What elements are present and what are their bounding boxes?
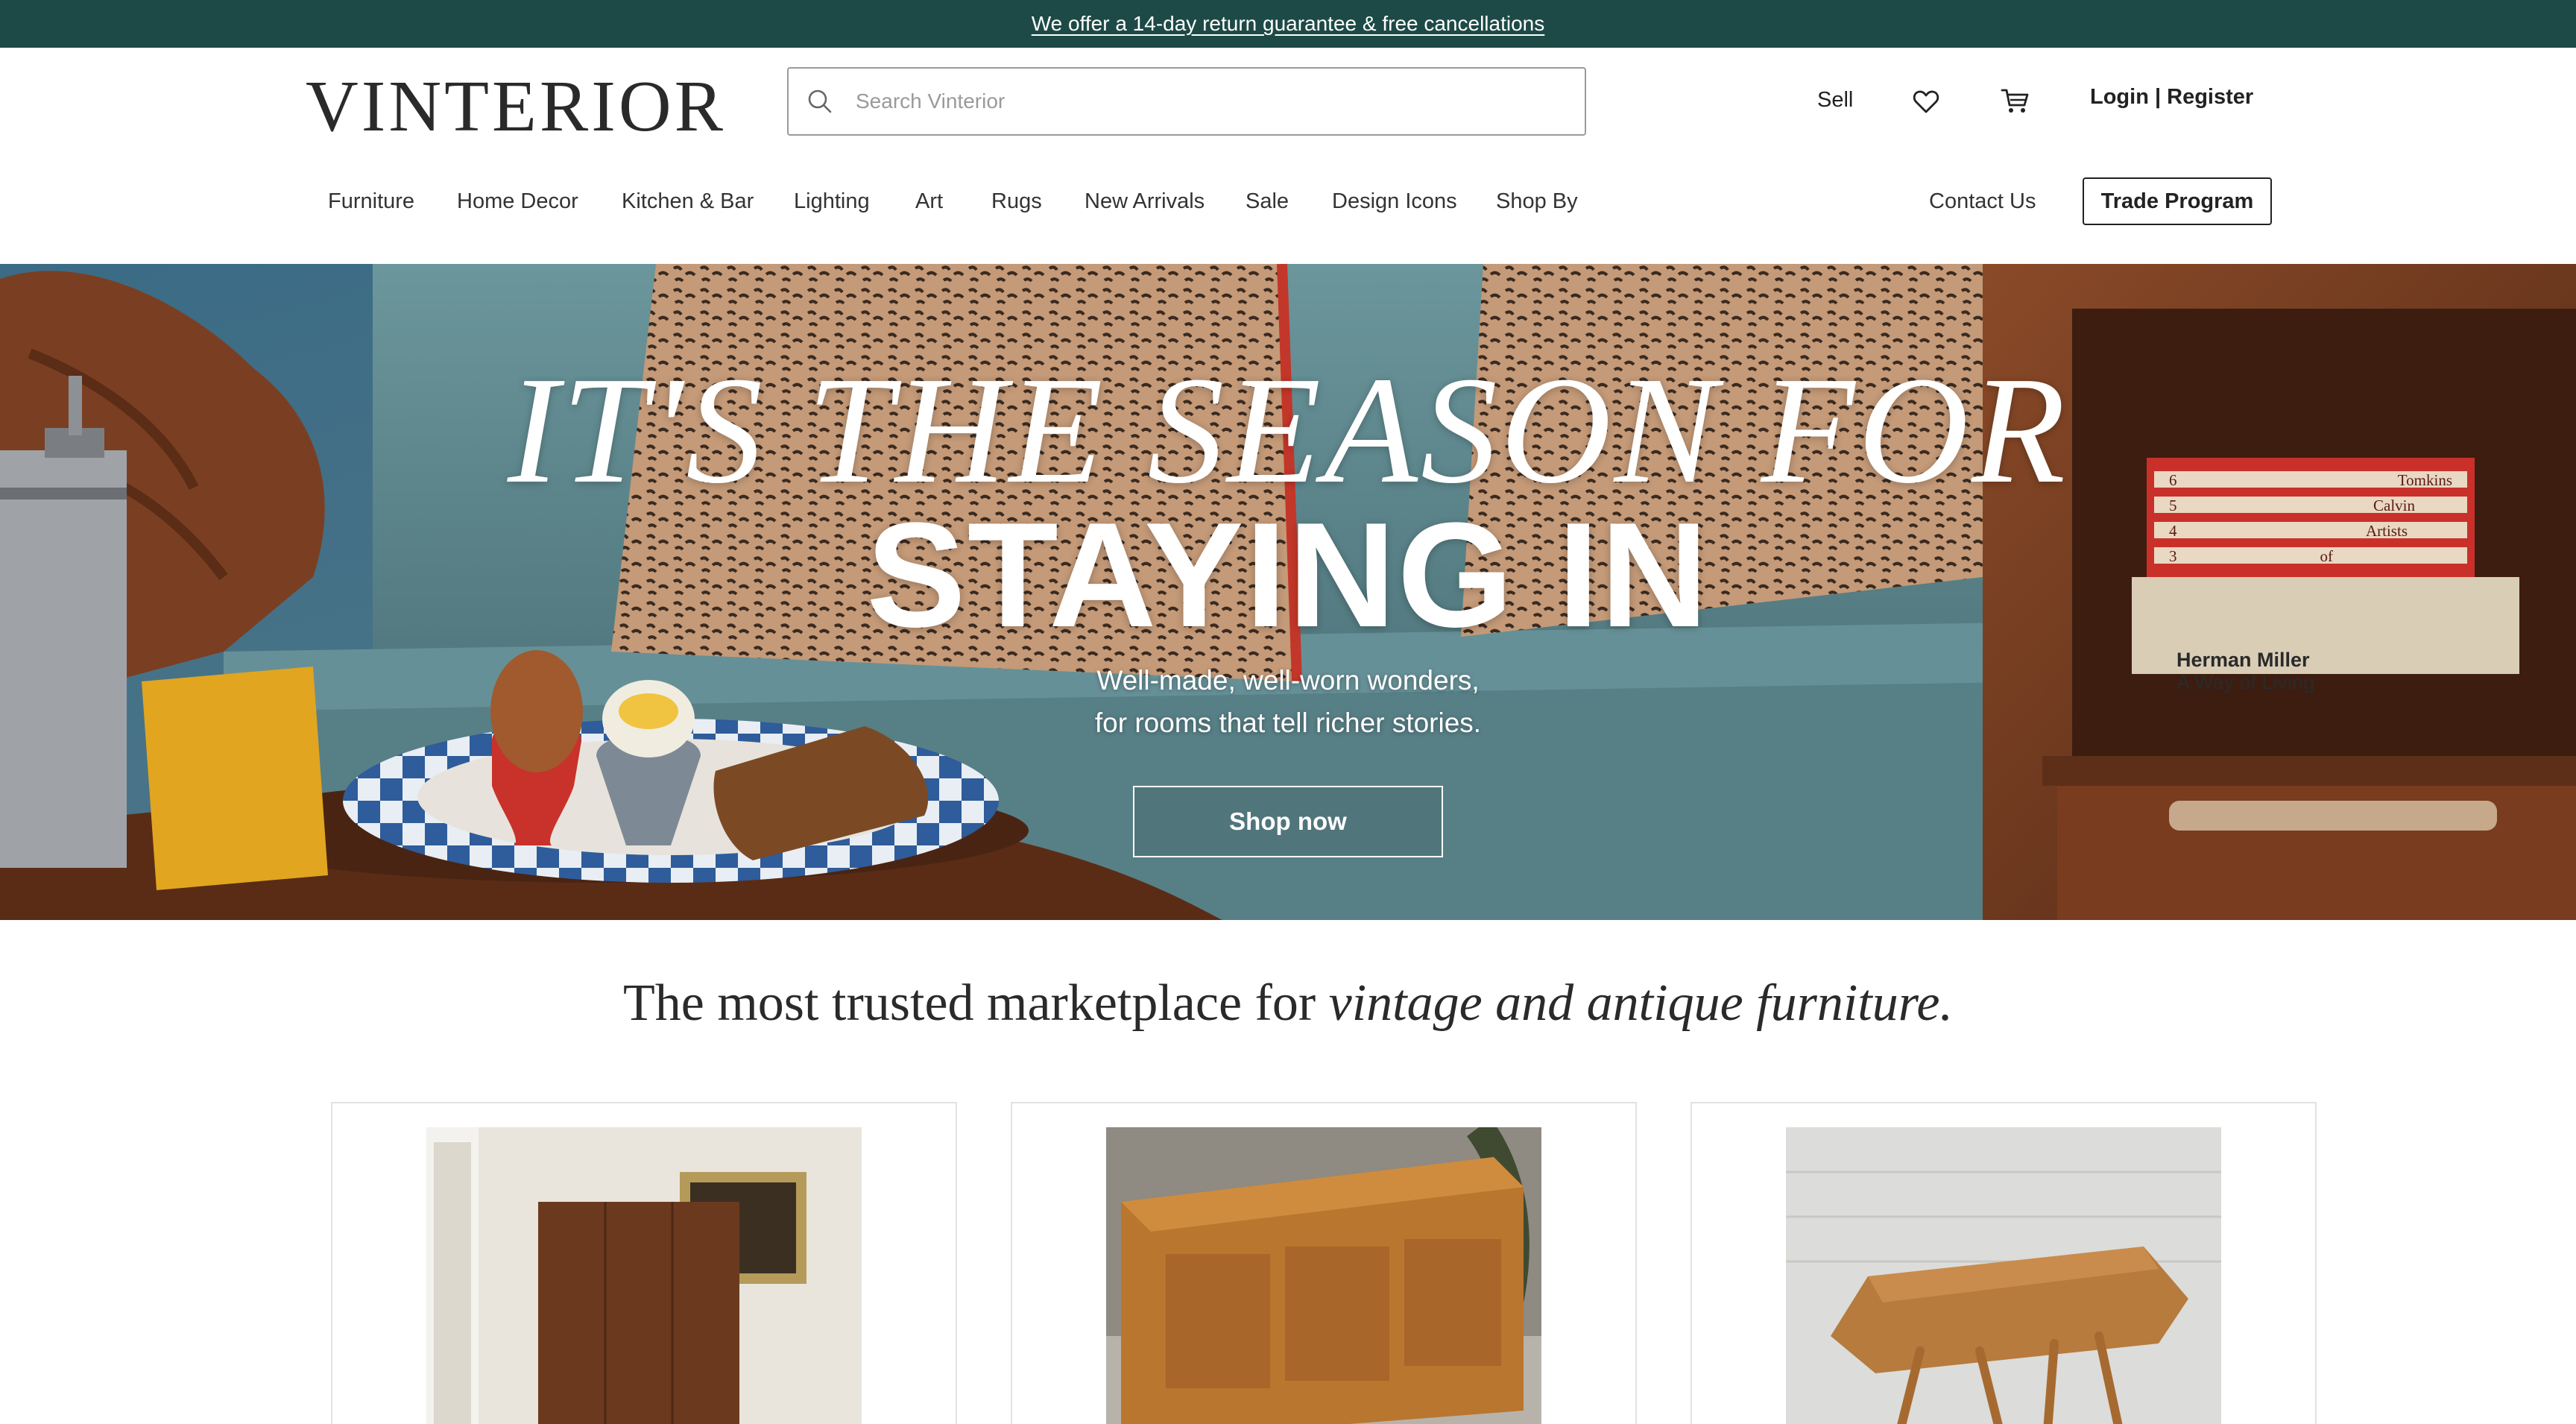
nav-item-kitchen-bar[interactable]: Kitchen & Bar bbox=[622, 189, 754, 214]
tagline-text: The most trusted marketplace for bbox=[623, 974, 1329, 1032]
product-card[interactable] bbox=[1011, 1102, 1637, 1424]
nav-item-new-arrivals[interactable]: New Arrivals bbox=[1085, 189, 1205, 214]
nav-item-furniture[interactable]: Furniture bbox=[328, 189, 414, 214]
login-register-link[interactable]: Login | Register bbox=[2090, 85, 2253, 110]
book-cover-line2: A Way of Living bbox=[2176, 671, 2315, 693]
marketplace-tagline: The most trusted marketplace for vintage… bbox=[0, 974, 2576, 1033]
shop-now-button[interactable]: Shop now bbox=[1133, 786, 1443, 857]
nav-item-shop-by[interactable]: Shop By bbox=[1496, 189, 1578, 214]
book-number: 4 bbox=[2169, 522, 2177, 540]
book-cover-line1: Herman Miller bbox=[2176, 649, 2310, 671]
nav-item-art[interactable]: Art bbox=[915, 189, 943, 214]
product-card[interactable] bbox=[1690, 1102, 2317, 1424]
search-icon bbox=[808, 89, 832, 113]
nav-item-rugs[interactable]: Rugs bbox=[991, 189, 1042, 214]
book-number: 3 bbox=[2169, 547, 2177, 565]
heart-icon bbox=[1913, 90, 1939, 113]
main-nav: Furniture Home Decor Kitchen & Bar Light… bbox=[0, 177, 2576, 256]
trade-program-button[interactable]: Trade Program bbox=[2083, 177, 2272, 225]
nav-item-sale[interactable]: Sale bbox=[1246, 189, 1289, 214]
book-number: 5 bbox=[2169, 497, 2177, 514]
book-spine-text: of bbox=[2320, 547, 2334, 565]
promo-link[interactable]: We offer a 14-day return guarantee & fre… bbox=[1032, 12, 1545, 36]
product-image-wardrobe bbox=[426, 1127, 862, 1424]
cart-button[interactable] bbox=[1999, 85, 2032, 118]
hero-banner: IT'S THE SEASON FOR STAYING IN Well-made… bbox=[0, 264, 2576, 920]
product-image-sideboard bbox=[1106, 1127, 1541, 1424]
book-spine-text: Calvin bbox=[2373, 497, 2415, 514]
promo-bar: We offer a 14-day return guarantee & fre… bbox=[0, 0, 2576, 48]
site-header: VINTERIOR Sell Login | Register Furnitur… bbox=[0, 48, 2576, 264]
nav-item-design-icons[interactable]: Design Icons bbox=[1332, 189, 1457, 214]
nav-item-lighting[interactable]: Lighting bbox=[794, 189, 870, 214]
sell-link[interactable]: Sell bbox=[1817, 88, 1853, 113]
contact-us-link[interactable]: Contact Us bbox=[1929, 189, 2036, 214]
book-stack: 6 Tomkins 5 Calvin 4 Artists 3 of bbox=[2154, 471, 2467, 573]
site-logo[interactable]: VINTERIOR bbox=[306, 70, 726, 143]
book-spine-text: Artists bbox=[2365, 522, 2408, 540]
product-card[interactable] bbox=[331, 1102, 957, 1424]
book-spine-text: Tomkins bbox=[2397, 471, 2452, 489]
nav-item-home-decor[interactable]: Home Decor bbox=[457, 189, 578, 214]
search-input[interactable] bbox=[856, 89, 1527, 113]
search-box[interactable] bbox=[787, 67, 1586, 136]
cart-icon bbox=[2001, 89, 2029, 113]
product-image-drop-leaf-table bbox=[1786, 1127, 2221, 1424]
hero-subtitle-line2: for rooms that tell richer stories. bbox=[1094, 708, 1482, 738]
book-number: 6 bbox=[2169, 471, 2177, 489]
tagline-emphasis: vintage and antique furniture. bbox=[1328, 974, 1953, 1032]
book-cover-text: Herman Miller A Way of Living bbox=[2176, 649, 2314, 693]
wishlist-button[interactable] bbox=[1910, 85, 1942, 118]
